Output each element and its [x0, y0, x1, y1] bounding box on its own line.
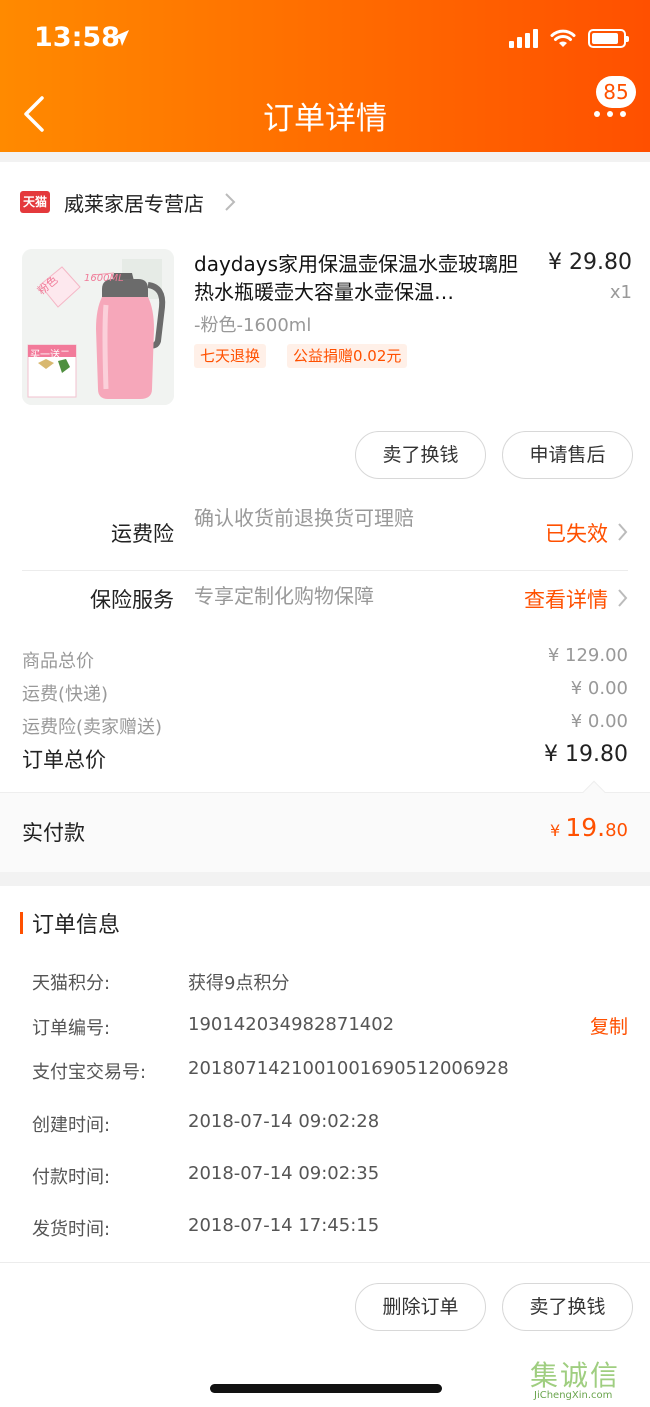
actual-payment-label: 实付款 — [22, 821, 85, 845]
insurance-service-label: 保险服务 — [90, 588, 174, 612]
image-promo-label: 买一送二 — [30, 350, 70, 361]
actual-payment-box: 实付款 ¥ 19.80 — [0, 780, 650, 872]
cellular-signal-icon — [509, 28, 538, 48]
status-time: 13:58 — [34, 22, 120, 53]
order-info-title: 订单信息 — [32, 913, 121, 938]
page-title: 订单详情 — [263, 101, 387, 137]
bottom-sell-for-cash-button[interactable]: 卖了换钱 — [502, 1283, 633, 1331]
summary-goods-total-value: ¥ 129.00 — [547, 645, 628, 666]
battery-icon — [588, 28, 629, 48]
chevron-right-icon — [225, 193, 236, 211]
payment-integer: 19. — [565, 813, 606, 842]
payment-decimal: 80 — [605, 820, 628, 841]
status-icons — [509, 28, 629, 48]
order-total-label: 订单总价 — [22, 748, 106, 772]
summary-shipping-insurance-value: ¥ 0.00 — [570, 711, 628, 732]
tag-seven-day-return: 七天退换 — [194, 344, 267, 368]
freight-insurance-label: 运费险 — [111, 522, 174, 546]
product-sku: -粉色-1600ml — [194, 315, 312, 336]
insurance-service-details-link[interactable]: 查看详情 — [524, 584, 608, 614]
info-label-alipay-trade-no: 支付宝交易号: — [32, 1062, 147, 1083]
actual-payment-value: ¥ 19.80 — [550, 813, 628, 842]
freight-insurance-desc: 确认收货前退换货可理赔 — [194, 506, 414, 530]
shop-row[interactable]: 天猫 威莱家居专营店 — [20, 184, 236, 220]
wifi-icon — [550, 29, 576, 47]
chevron-right-icon — [618, 589, 628, 607]
more-dots-icon — [594, 111, 626, 117]
message-count-badge: 85 — [596, 76, 636, 108]
order-total-value: ¥ 19.80 — [544, 742, 628, 767]
info-value-points: 获得9点积分 — [188, 973, 290, 994]
delete-order-button[interactable]: 删除订单 — [355, 1283, 486, 1331]
product-quantity: x1 — [609, 282, 632, 303]
section-accent-bar — [20, 912, 23, 934]
copy-order-number-button[interactable]: 复制 — [590, 1012, 628, 1039]
chevron-right-icon — [618, 523, 628, 541]
freight-insurance-row[interactable]: 运费险 确认收货前退换货可理赔 已失效 — [0, 502, 650, 570]
home-indicator[interactable] — [210, 1384, 442, 1393]
info-value-paid-time: 2018-07-14 09:02:35 — [188, 1163, 380, 1184]
product-image[interactable]: 1600ML 粉色 买一送二 — [22, 249, 174, 405]
image-capacity-label: 1600ML — [84, 273, 124, 284]
divider — [22, 570, 628, 571]
currency-symbol: ¥ — [550, 821, 561, 840]
notch — [582, 780, 606, 804]
info-label-points: 天猫积分: — [32, 973, 111, 994]
header-bar: 13:58 订单详情 85 — [0, 0, 650, 152]
location-arrow-icon — [113, 30, 129, 46]
info-label-shipped-time: 发货时间: — [32, 1219, 111, 1240]
watermark-url: JiChengXin.com — [534, 1390, 613, 1401]
info-value-alipay-trade-no: 2018071421001001690512006928 — [188, 1058, 509, 1079]
sell-for-cash-button[interactable]: 卖了换钱 — [355, 431, 486, 479]
info-value-shipped-time: 2018-07-14 17:45:15 — [188, 1215, 380, 1236]
order-product-card: 天猫 威莱家居专营店 1600ML 粉色 买一送二 daydays家用保温壶保温… — [0, 162, 650, 872]
tmall-logo: 天猫 — [20, 191, 50, 213]
watermark-text: 集诚信 — [530, 1359, 621, 1392]
product-price: ¥ 29.80 — [548, 250, 632, 275]
shop-name[interactable]: 威莱家居专营店 — [64, 188, 204, 217]
freight-insurance-status[interactable]: 已失效 — [545, 518, 608, 548]
info-label-created-time: 创建时间: — [32, 1115, 111, 1136]
insurance-service-desc: 专享定制化购物保障 — [194, 584, 374, 608]
tag-charity-donation: 公益捐赠0.02元 — [287, 344, 408, 368]
summary-shipping-label: 运费(快递) — [22, 684, 109, 705]
summary-goods-total-label: 商品总价 — [22, 651, 94, 672]
order-info-card: 订单信息 天猫积分: 获得9点积分 订单编号: 1901420349828714… — [0, 886, 650, 1262]
summary-shipping-insurance-label: 运费险(卖家赠送) — [22, 717, 163, 738]
product-title[interactable]: daydays家用保温壶保温水壶玻璃胆热水瓶暖壶大容量水壶保温… — [194, 250, 534, 306]
after-sale-button[interactable]: 申请售后 — [502, 431, 633, 479]
info-label-paid-time: 付款时间: — [32, 1167, 111, 1188]
summary-shipping-value: ¥ 0.00 — [570, 678, 628, 699]
info-value-order-number: 190142034982871402 — [188, 1014, 395, 1035]
insurance-service-row[interactable]: 保险服务 专享定制化购物保障 查看详情 — [0, 574, 650, 622]
watermark: 集诚信 JiChengXin.com — [530, 1354, 642, 1404]
info-label-order-number: 订单编号: — [32, 1018, 111, 1039]
info-value-created-time: 2018-07-14 09:02:28 — [188, 1111, 380, 1132]
